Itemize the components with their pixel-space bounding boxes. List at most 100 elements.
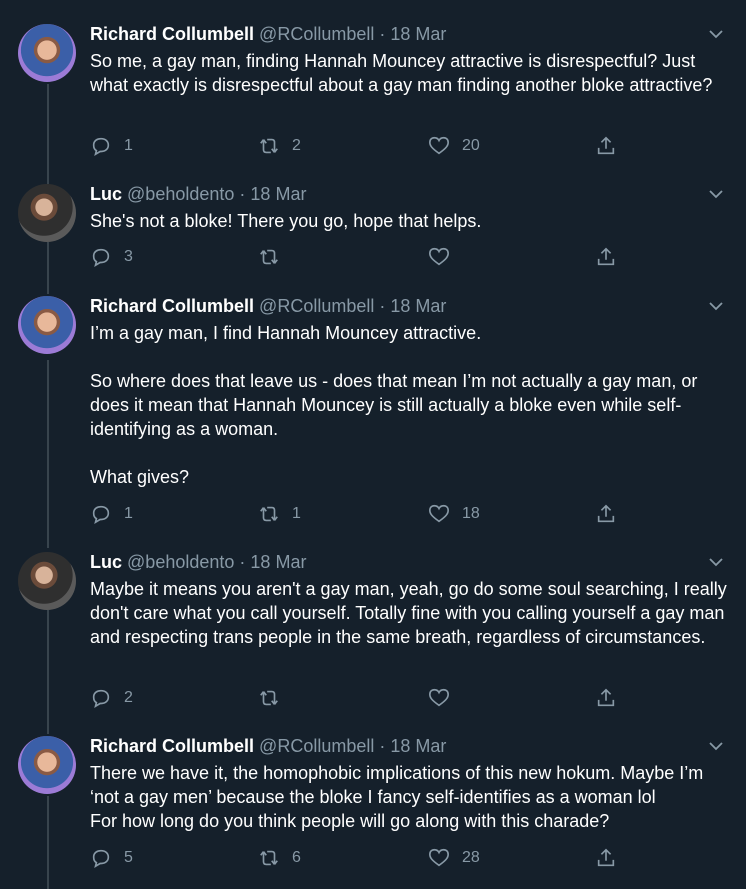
display-name[interactable]: Luc (90, 552, 122, 572)
retweet-button[interactable]: 1 (258, 503, 301, 525)
reply-button[interactable]: 2 (90, 687, 133, 709)
display-name[interactable]: Richard Collumbell (90, 24, 254, 44)
display-name[interactable]: Richard Collumbell (90, 296, 254, 316)
avatar[interactable] (18, 552, 76, 610)
separator: · (239, 184, 246, 204)
share-icon (597, 247, 615, 266)
handle[interactable]: @RCollumbell (259, 736, 374, 756)
tweet-header: Richard Collumbell @RCollumbell · 18 Mar (90, 296, 446, 317)
tweet-header: Richard Collumbell @RCollumbell · 18 Mar (90, 736, 446, 757)
like-icon (429, 136, 449, 155)
tweet-header: Luc @beholdento · 18 Mar (90, 552, 306, 573)
avatar[interactable] (18, 184, 76, 242)
reply-count: 5 (124, 849, 133, 866)
reply-icon (92, 505, 110, 524)
separator: · (379, 736, 386, 756)
tweet-actions: 1 1 18 (90, 503, 630, 527)
share-button[interactable] (595, 135, 629, 157)
chevron-down-icon[interactable] (708, 554, 724, 570)
share-button[interactable] (595, 246, 629, 268)
share-icon (597, 504, 615, 523)
like-button[interactable]: 20 (428, 135, 480, 157)
tweet-actions: 3 (90, 246, 630, 270)
display-name[interactable]: Richard Collumbell (90, 736, 254, 756)
tweet-text: There we have it, the homophobic implica… (90, 763, 704, 831)
retweet-icon (260, 690, 278, 706)
thread-line (47, 610, 49, 734)
timestamp[interactable]: 18 Mar (250, 552, 306, 572)
like-count: 28 (462, 849, 480, 866)
retweet-button[interactable]: 6 (258, 847, 301, 869)
reply-button[interactable]: 1 (90, 135, 133, 157)
tweet-text: I’m a gay man, I find Hannah Mouncey att… (90, 323, 698, 487)
reply-button[interactable]: 5 (90, 847, 133, 869)
tweet-text: She's not a bloke! There you go, hope th… (90, 211, 482, 231)
retweet-icon (260, 138, 278, 154)
timestamp[interactable]: 18 Mar (390, 24, 446, 44)
reply-icon (92, 689, 110, 708)
like-button[interactable]: 28 (428, 847, 480, 869)
timestamp[interactable]: 18 Mar (390, 296, 446, 316)
like-button[interactable] (428, 246, 462, 268)
tweet-header: Luc @beholdento · 18 Mar (90, 184, 306, 205)
retweet-icon (260, 850, 278, 866)
reply-button[interactable]: 3 (90, 246, 133, 268)
reply-button[interactable]: 1 (90, 503, 133, 525)
thread-line (47, 796, 49, 889)
timestamp[interactable]: 18 Mar (390, 736, 446, 756)
tweet-header: Richard Collumbell @RCollumbell · 18 Mar (90, 24, 446, 45)
thread-line (47, 84, 49, 184)
avatar[interactable] (18, 296, 76, 354)
like-button[interactable]: 18 (428, 503, 480, 525)
reply-count: 3 (124, 248, 133, 265)
chevron-down-icon[interactable] (708, 738, 724, 754)
retweet-button[interactable]: 2 (258, 135, 301, 157)
like-icon (429, 247, 449, 266)
share-icon (597, 688, 615, 707)
separator: · (379, 24, 386, 44)
like-count: 20 (462, 137, 480, 154)
tweet-actions: 2 (90, 687, 630, 711)
like-count: 18 (462, 505, 480, 522)
share-button[interactable] (595, 503, 629, 525)
chevron-down-icon[interactable] (708, 298, 724, 314)
share-button[interactable] (595, 847, 629, 869)
handle[interactable]: @beholdento (127, 552, 234, 572)
chevron-down-icon[interactable] (708, 186, 724, 202)
tweet-actions: 1 2 20 (90, 135, 630, 159)
retweet-button[interactable] (258, 246, 292, 268)
reply-icon (92, 137, 110, 156)
handle[interactable]: @RCollumbell (259, 24, 374, 44)
separator: · (239, 552, 246, 572)
retweet-count: 1 (292, 505, 301, 522)
reply-icon (92, 849, 110, 868)
tweet-text: Maybe it means you aren't a gay man, yea… (90, 579, 727, 647)
retweet-count: 6 (292, 849, 301, 866)
like-icon (429, 688, 449, 707)
like-button[interactable] (428, 687, 462, 709)
avatar[interactable] (18, 24, 76, 82)
tweet-text: So me, a gay man, finding Hannah Mouncey… (90, 51, 713, 95)
like-icon (429, 848, 449, 867)
retweet-icon (260, 249, 278, 265)
avatar[interactable] (18, 736, 76, 794)
reply-count: 1 (124, 137, 133, 154)
reply-count: 2 (124, 689, 133, 706)
handle[interactable]: @beholdento (127, 184, 234, 204)
share-button[interactable] (595, 687, 629, 709)
separator: · (379, 296, 386, 316)
chevron-down-icon[interactable] (708, 26, 724, 42)
share-icon (597, 848, 615, 867)
timestamp[interactable]: 18 Mar (250, 184, 306, 204)
tweet-actions: 5 6 28 (90, 847, 630, 871)
retweet-button[interactable] (258, 687, 292, 709)
share-icon (597, 136, 615, 155)
handle[interactable]: @RCollumbell (259, 296, 374, 316)
retweet-count: 2 (292, 137, 301, 154)
reply-count: 1 (124, 505, 133, 522)
like-icon (429, 504, 449, 523)
thread-line (47, 242, 49, 294)
thread-line (47, 360, 49, 548)
display-name[interactable]: Luc (90, 184, 122, 204)
retweet-icon (260, 506, 278, 522)
